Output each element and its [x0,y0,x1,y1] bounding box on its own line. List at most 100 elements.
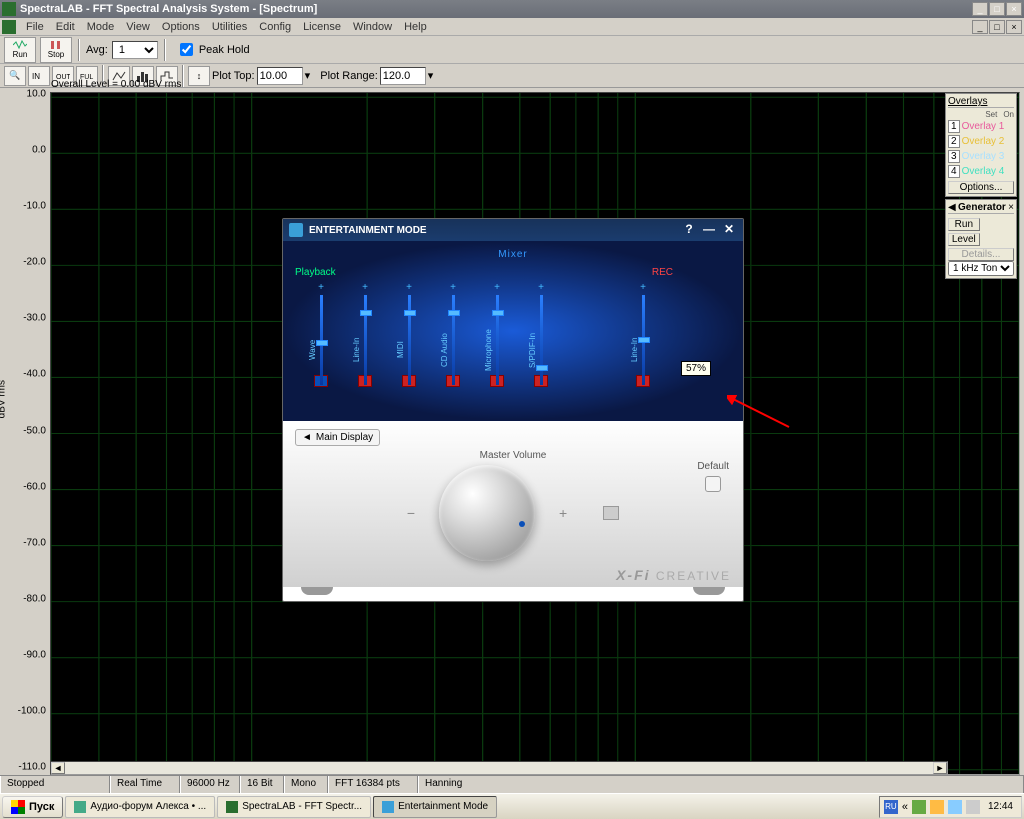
scroll-left-icon[interactable]: ◄ [51,762,65,774]
menu-config[interactable]: Config [253,21,297,33]
mdi-close-button[interactable]: × [1006,20,1022,34]
channel-label: S/PDIF-In [528,325,537,375]
mixer-panel: Mixer Playback REC + Wave + Line-In + MI… [283,241,743,421]
tray-icon-1[interactable] [912,800,926,814]
channel-slider[interactable] [364,295,367,385]
overlay-label[interactable]: Overlay 1 [962,121,1014,132]
overlay-num[interactable]: 1 [948,120,960,133]
app-icon [2,2,16,16]
generator-details-button[interactable]: Details... [948,248,1014,261]
start-button[interactable]: Пуск [2,796,63,818]
menu-options[interactable]: Options [156,21,206,33]
mixer-channel: + Wave [311,282,331,387]
y-tick: 0.0 [32,145,46,156]
channel-slider[interactable] [642,295,645,385]
y-tick: -20.0 [23,257,46,268]
channel-slider[interactable] [408,295,411,385]
channel-menu-icon[interactable]: + [406,282,412,293]
taskbar-task[interactable]: Entertainment Mode [373,796,497,818]
menu-file[interactable]: File [20,21,50,33]
peakhold-checkbox[interactable] [180,43,193,56]
menu-utilities[interactable]: Utilities [206,21,253,33]
dialog-close-icon[interactable]: ✕ [721,222,737,238]
menu-view[interactable]: View [120,21,156,33]
y-tick: -40.0 [23,369,46,380]
vscale-icon[interactable]: ↕ [188,66,210,86]
plotrange-input[interactable] [380,67,426,85]
speaker-mute-icon[interactable] [603,506,619,520]
status-bitdepth: 16 Bit [240,776,284,793]
taskbar-task[interactable]: Аудио-форум Алекса • ... [65,796,215,818]
volume-plus-icon: + [559,505,567,521]
tray-icon-2[interactable] [930,800,944,814]
taskbar-clock[interactable]: 12:44 [984,801,1017,812]
main-display-button[interactable]: ◄ Main Display [295,429,380,446]
overlay-num[interactable]: 2 [948,135,960,148]
generator-run-button[interactable]: Run [948,218,980,231]
master-volume-knob[interactable] [439,465,535,561]
menu-bar: File Edit Mode View Options Utilities Co… [0,18,1024,36]
channel-label: Wave [308,325,317,375]
tray-volume-icon[interactable] [966,800,980,814]
maximize-button[interactable]: □ [989,2,1005,16]
channel-menu-icon[interactable]: + [494,282,500,293]
annotation-arrow-icon [727,395,797,435]
channel-slider[interactable] [540,295,543,385]
generator-close-icon[interactable]: × [1008,202,1014,213]
run-button[interactable]: Run [4,37,36,63]
mdi-minimize-button[interactable]: _ [972,20,988,34]
zoom-icon[interactable]: 🔍 [4,66,26,86]
taskbar-task[interactable]: SpectraLAB - FFT Spectr... [217,796,371,818]
stop-button[interactable]: Stop [40,37,72,63]
channel-menu-icon[interactable]: + [362,282,368,293]
channel-menu-icon[interactable]: + [538,282,544,293]
plot-hscrollbar[interactable]: ◄ ► [50,761,948,775]
overlay-options-button[interactable]: Options... [948,181,1014,194]
menu-window[interactable]: Window [347,21,398,33]
generator-level-button[interactable]: Level [948,233,980,246]
channel-menu-icon[interactable]: + [318,282,324,293]
dialog-titlebar[interactable]: ENTERTAINMENT MODE ? — ✕ [283,219,743,241]
peakhold-label: Peak Hold [199,44,250,56]
close-button[interactable]: × [1006,2,1022,16]
mixer-channel: + S/PDIF-In [531,282,551,387]
y-axis: dBV rms 10.00.0-10.0-20.0-30.0-40.0-50.0… [0,88,50,775]
channel-slider[interactable] [452,295,455,385]
y-tick: -100.0 [18,705,46,716]
generator-signal-select[interactable]: 1 kHz Tone [948,261,1014,276]
lang-indicator[interactable]: RU [884,800,898,814]
plottop-input[interactable] [257,67,303,85]
mdi-maximize-button[interactable]: □ [989,20,1005,34]
generator-title: Generator [958,202,1006,213]
menu-license[interactable]: License [297,21,347,33]
tray-icon-3[interactable] [948,800,962,814]
status-mode: Real Time [110,776,180,793]
generator-panel: ◀Generator× Run Level Details... 1 kHz T… [945,199,1017,279]
channel-label: CD Audio [440,325,449,375]
channel-menu-icon[interactable]: + [450,282,456,293]
minimize-button[interactable]: _ [972,2,988,16]
avg-select[interactable]: 1 [112,41,158,59]
overlay-num[interactable]: 3 [948,150,960,163]
svg-text:IN: IN [32,72,40,81]
menu-mode[interactable]: Mode [81,21,121,33]
dialog-help-icon[interactable]: ? [681,222,697,238]
overlay-label[interactable]: Overlay 4 [962,166,1014,177]
menu-help[interactable]: Help [398,21,433,33]
dialog-minimize-icon[interactable]: — [701,222,717,238]
tray-expand-icon[interactable]: « [902,801,908,813]
brand-label: X-Fi CREATIVE [295,567,731,583]
channel-menu-icon[interactable]: + [640,282,646,293]
channel-slider[interactable] [496,295,499,385]
scroll-right-icon[interactable]: ► [933,762,947,774]
y-tick: -80.0 [23,593,46,604]
overlay-label[interactable]: Overlay 3 [962,151,1014,162]
menu-edit[interactable]: Edit [50,21,81,33]
mixer-channel: + Microphone [487,282,507,387]
avg-label: Avg: [86,44,108,56]
overlay-label[interactable]: Overlay 2 [962,136,1014,147]
zoomin-x-icon[interactable]: IN [28,66,50,86]
default-checkbox[interactable] [705,476,721,492]
overlay-num[interactable]: 4 [948,165,960,178]
channel-slider[interactable] [320,295,323,385]
